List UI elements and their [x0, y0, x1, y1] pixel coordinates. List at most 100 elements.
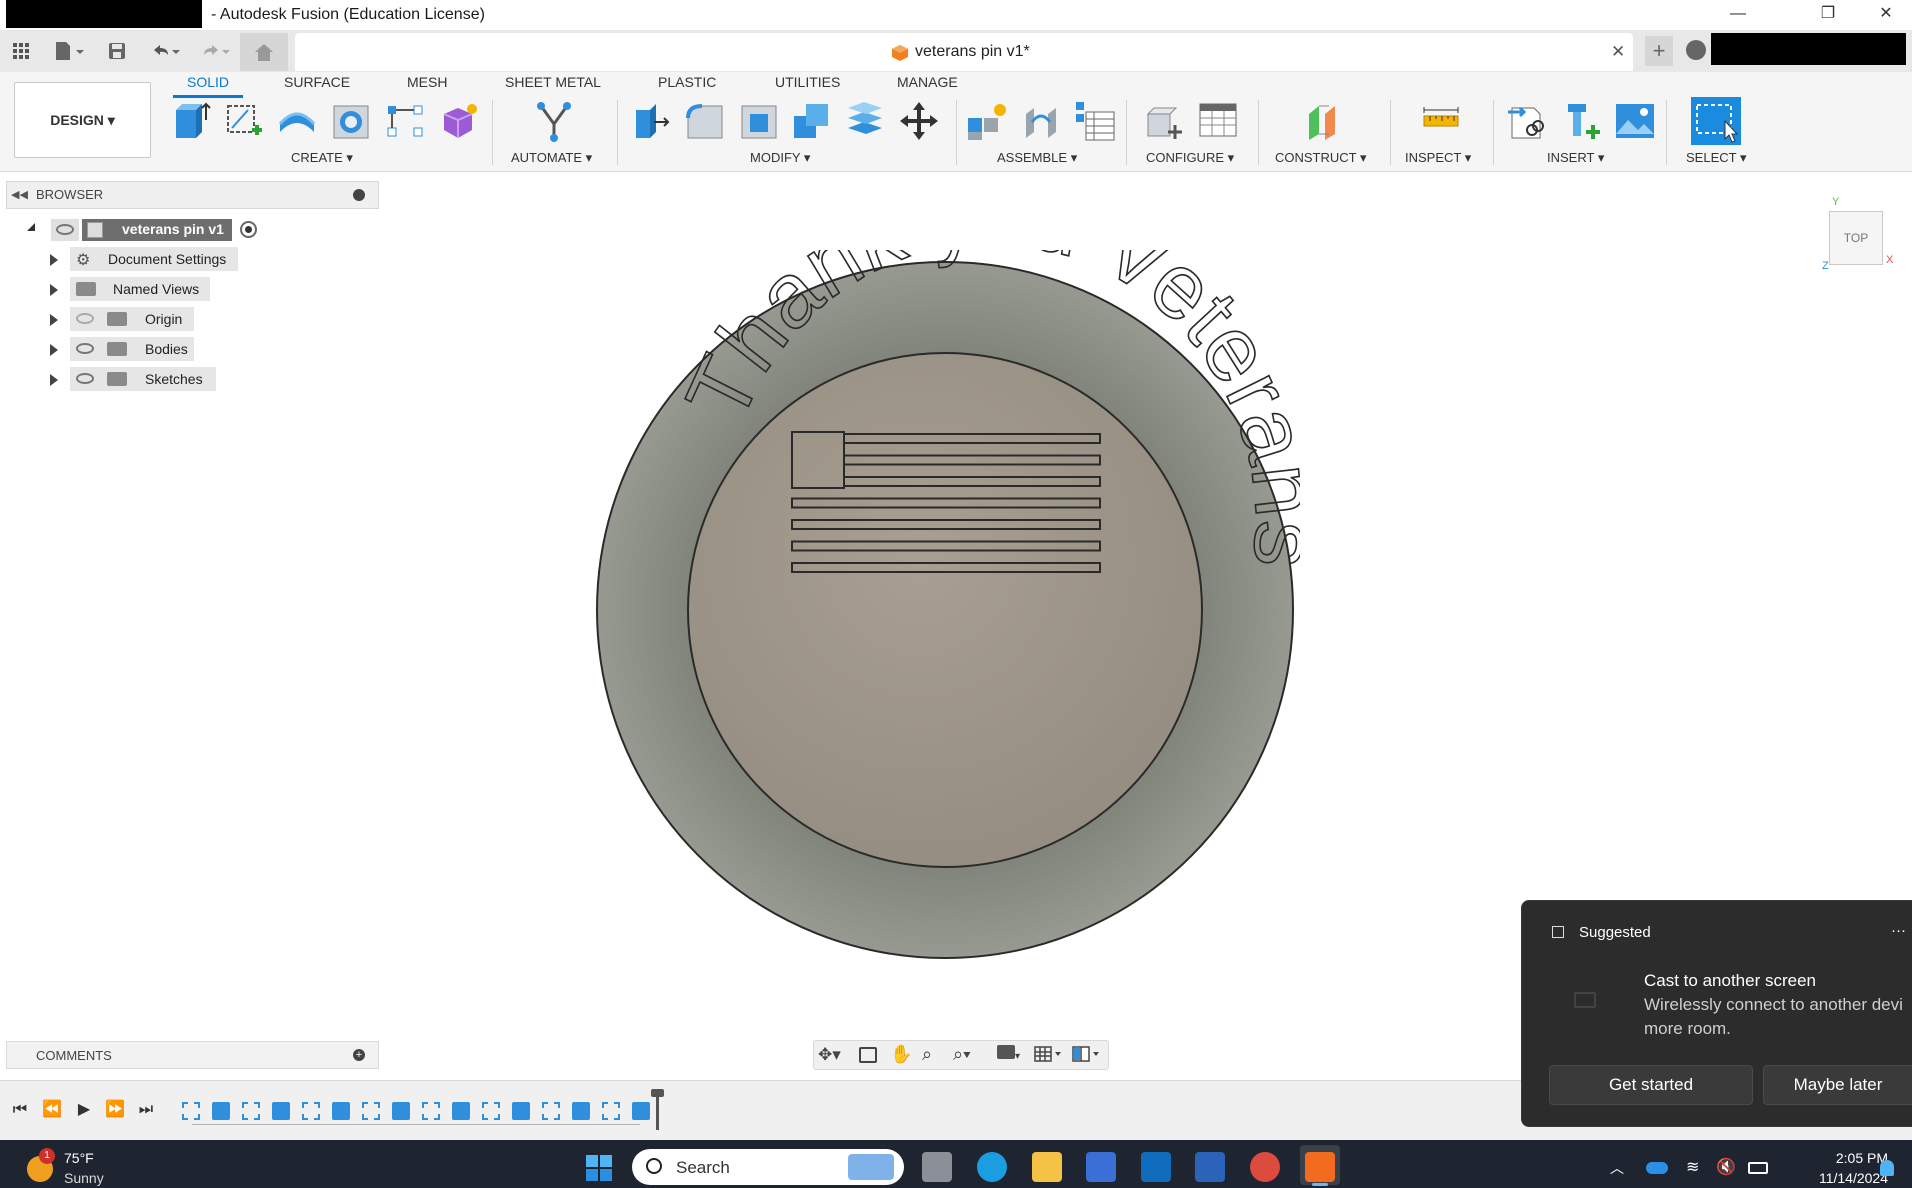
timeline-track[interactable] [180, 1096, 660, 1128]
bill-of-materials-icon[interactable] [1074, 100, 1116, 142]
onedrive-icon[interactable] [1646, 1162, 1668, 1174]
configure-icon[interactable] [1144, 100, 1186, 142]
expand-root-icon[interactable] [27, 223, 35, 231]
activate-radio-icon[interactable] [240, 221, 257, 238]
undo-icon[interactable] [146, 38, 184, 64]
file-menu-icon[interactable] [50, 38, 88, 64]
timeline-play-button[interactable]: ▶ [72, 1098, 96, 1122]
create-form-icon[interactable] [438, 100, 480, 142]
timeline-sketch-icon[interactable] [482, 1102, 500, 1120]
timeline-last-button[interactable]: ⏭ [134, 1098, 158, 1122]
extrude-icon[interactable] [170, 100, 212, 142]
edge-icon[interactable] [977, 1152, 1007, 1182]
expand-origin-icon[interactable] [50, 314, 58, 326]
viewports-icon[interactable] [1072, 1045, 1102, 1063]
home-button[interactable] [240, 33, 288, 71]
configuration-table-icon[interactable] [1198, 100, 1240, 142]
timeline-sketch-icon[interactable] [602, 1102, 620, 1120]
hole-icon[interactable] [330, 100, 372, 142]
timeline-next-button[interactable]: ⏩ [103, 1098, 127, 1122]
modify-group-label[interactable]: MODIFY ▾ [750, 150, 810, 166]
weather-desc[interactable]: Sunny [64, 1170, 104, 1186]
clock-time[interactable]: 2:05 PM [1806, 1150, 1888, 1166]
expand-named-views-icon[interactable] [50, 284, 58, 296]
insert-canvas-icon[interactable] [1614, 100, 1656, 142]
battery-icon[interactable] [1748, 1162, 1768, 1174]
timeline-sketch-icon[interactable] [362, 1102, 380, 1120]
timeline-sketch-icon[interactable] [182, 1102, 200, 1120]
minimize-button[interactable]: — [1718, 2, 1758, 26]
pin-inner-face[interactable] [687, 352, 1203, 868]
tab-mesh[interactable]: MESH [407, 74, 447, 90]
create-group-label[interactable]: CREATE ▾ [291, 150, 353, 166]
chrome-icon[interactable] [1250, 1152, 1280, 1182]
offset-plane-icon[interactable] [1303, 100, 1345, 142]
notification-bell-icon[interactable] [1880, 1160, 1894, 1176]
wifi-icon[interactable]: ≋ [1686, 1157, 1699, 1177]
configure-group-label[interactable]: CONFIGURE ▾ [1146, 150, 1234, 166]
maybe-later-button[interactable]: Maybe later [1763, 1065, 1912, 1105]
close-window-button[interactable]: ✕ [1866, 2, 1906, 26]
assemble-group-label[interactable]: ASSEMBLE ▾ [997, 150, 1077, 166]
eye-icon[interactable] [76, 373, 94, 384]
toast-more-button[interactable]: ··· [1891, 922, 1906, 939]
insert-group-label[interactable]: INSERT ▾ [1547, 150, 1604, 166]
weather-temp[interactable]: 75°F [64, 1150, 94, 1166]
hidden-eye-icon[interactable] [76, 313, 94, 324]
tray-overflow-icon[interactable]: ︿ [1610, 1158, 1624, 1178]
workspace-switcher[interactable]: DESIGN ▾ [14, 82, 151, 158]
clock-date[interactable]: 11/14/2024 [1790, 1170, 1888, 1186]
automate-icon[interactable] [533, 100, 575, 142]
timeline-sketch-icon[interactable] [242, 1102, 260, 1120]
insert-derive-icon[interactable] [1506, 100, 1548, 142]
look-at-icon[interactable] [859, 1047, 877, 1063]
close-document-tab-button[interactable]: ✕ [1611, 42, 1625, 62]
automate-group-label[interactable]: AUTOMATE ▾ [511, 150, 592, 166]
volume-icon[interactable]: 🔇 [1716, 1157, 1736, 1177]
eye-icon[interactable] [76, 343, 94, 354]
press-pull-icon[interactable] [630, 100, 672, 142]
timeline-extrude-icon[interactable] [512, 1102, 530, 1120]
shell-icon[interactable] [738, 100, 780, 142]
task-view-icon[interactable] [922, 1152, 952, 1182]
timeline-extrude-icon[interactable] [332, 1102, 350, 1120]
model-canvas[interactable]: Thank you Veterans [580, 250, 1300, 970]
timeline-sketch-icon[interactable] [422, 1102, 440, 1120]
expand-bodies-icon[interactable] [50, 344, 58, 356]
offset-face-icon[interactable] [844, 100, 886, 142]
save-icon[interactable] [104, 38, 130, 64]
timeline-marker-head[interactable] [651, 1089, 664, 1097]
collapse-browser-icon[interactable]: ◀◀ [11, 188, 28, 201]
app-cube-icon[interactable] [1195, 1152, 1225, 1182]
expand-sketches-icon[interactable] [50, 374, 58, 386]
tab-plastic[interactable]: PLASTIC [658, 74, 716, 90]
tab-sheet-metal[interactable]: SHEET METAL [505, 74, 601, 90]
timeline-extrude-icon[interactable] [392, 1102, 410, 1120]
display-settings-icon[interactable]: ▾ [997, 1045, 1023, 1063]
timeline-first-button[interactable]: ⏮ [8, 1098, 32, 1122]
timeline-extrude-icon[interactable] [272, 1102, 290, 1120]
pan-icon[interactable]: ✋ [890, 1044, 912, 1065]
zoom-icon[interactable]: ⌕ [922, 1044, 932, 1065]
view-cube[interactable]: TOP [1829, 211, 1883, 265]
orbit-icon[interactable]: ✥▾ [818, 1045, 841, 1065]
redo-icon[interactable] [196, 38, 234, 64]
add-comment-icon[interactable]: + [353, 1049, 365, 1061]
browser-minimize-icon[interactable] [353, 189, 365, 201]
new-tab-button[interactable]: + [1645, 36, 1673, 66]
timeline-prev-button[interactable]: ⏪ [40, 1098, 64, 1122]
grid-icon[interactable] [1034, 1045, 1064, 1063]
measure-icon[interactable] [1420, 100, 1462, 142]
app-grid-icon[interactable] [8, 38, 34, 64]
fit-icon[interactable]: ⌕▾ [953, 1044, 971, 1065]
select-tool-icon[interactable] [1691, 97, 1741, 145]
joint-icon[interactable] [1020, 100, 1062, 142]
inspect-group-label[interactable]: INSPECT ▾ [1405, 150, 1471, 166]
fusion-icon[interactable] [1305, 1152, 1335, 1182]
tab-solid[interactable]: SOLID [187, 74, 229, 90]
timeline-extrude-icon[interactable] [632, 1102, 650, 1120]
revolve-icon[interactable] [276, 100, 318, 142]
store-icon[interactable] [1086, 1152, 1116, 1182]
timeline-extrude-icon[interactable] [212, 1102, 230, 1120]
restore-button[interactable]: ❐ [1808, 2, 1848, 26]
